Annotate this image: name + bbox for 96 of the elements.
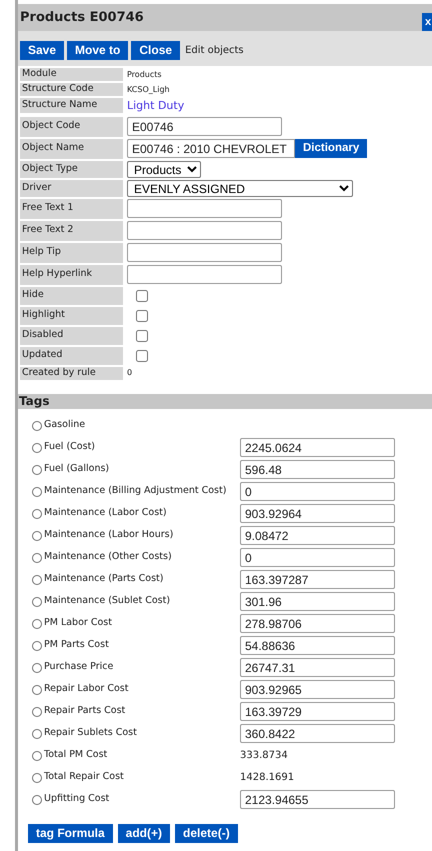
tag-label: Repair Parts Cost (44, 704, 126, 718)
radio-button[interactable] (32, 530, 42, 540)
field-label: Object Name (20, 138, 123, 158)
radio-button[interactable] (32, 640, 42, 650)
text-input[interactable]: E00746 (127, 117, 282, 136)
tag-value-input[interactable]: 903.92965 (240, 680, 395, 699)
window-title: Products E00746 (19, 8, 144, 27)
tag-value: 1428.1691 (240, 771, 294, 785)
radio-button[interactable] (32, 596, 42, 606)
text-input[interactable] (127, 221, 282, 240)
field-value: Products (127, 68, 162, 80)
toolbar-button[interactable]: Close (131, 41, 180, 60)
checkbox[interactable] (136, 350, 148, 362)
field-label: Free Text 1 (20, 198, 123, 218)
structure-name-link[interactable]: Light Duty (127, 98, 184, 114)
tag-label: Maintenance (Labor Cost) (44, 506, 168, 520)
section-header: Tags (18, 394, 432, 408)
tag-value-input[interactable]: 596.48 (240, 460, 395, 479)
field-label: Created by rule (20, 366, 123, 380)
tag-value-input[interactable]: 2123.94655 (240, 790, 395, 809)
field-label: Disabled (20, 326, 123, 344)
dropdown[interactable]: Products (127, 160, 201, 178)
tag-value-input[interactable]: 9.08472 (240, 526, 395, 545)
tag-label: PM Parts Cost (44, 638, 110, 652)
radio-button[interactable] (32, 442, 42, 452)
tag-button[interactable]: add(+) (118, 824, 170, 842)
tag-label: PM Labor Cost (44, 616, 113, 630)
field-label: Object Type (20, 160, 123, 178)
tag-value-input[interactable]: 163.397287 (240, 570, 395, 589)
field-label: Driver (20, 180, 123, 196)
tag-label: Maintenance (Parts Cost) (44, 572, 164, 586)
field-label: Structure Name (20, 98, 123, 113)
radio-button[interactable] (32, 618, 42, 628)
field-label: Free Text 2 (20, 220, 123, 240)
tag-label: Maintenance (Labor Hours) (44, 528, 174, 542)
text-input[interactable] (127, 199, 282, 218)
radio-button[interactable] (32, 772, 42, 782)
radio-button[interactable] (32, 464, 42, 474)
tag-label: Total Repair Cost (44, 770, 125, 784)
radio-button[interactable] (32, 662, 42, 672)
tag-label: Maintenance (Other Costs) (44, 550, 173, 564)
checkbox[interactable] (136, 290, 148, 302)
radio-button[interactable] (32, 574, 42, 584)
tag-value-input[interactable]: 163.39729 (240, 702, 395, 721)
field-label: Updated (20, 346, 123, 364)
radio-button[interactable] (32, 684, 42, 694)
radio-button[interactable] (32, 794, 42, 804)
tag-label: Gasoline (44, 418, 86, 432)
field-label: Highlight (20, 306, 123, 324)
field-label: Help Tip (20, 242, 123, 262)
tag-value-input[interactable]: 278.98706 (240, 614, 395, 633)
toolbar-button[interactable]: Save (20, 41, 64, 60)
radio-button[interactable] (32, 706, 42, 716)
tag-value: 333.8734 (240, 749, 288, 763)
radio-button[interactable] (32, 420, 42, 430)
radio-button[interactable] (32, 728, 42, 738)
field-label: Help Hyperlink (20, 264, 123, 284)
field-value: 0 (127, 367, 132, 379)
tag-value-input[interactable]: 54.88636 (240, 636, 395, 655)
dropdown[interactable]: EVENLY ASSIGNED (127, 180, 353, 196)
field-label: Structure Code (20, 83, 123, 96)
tag-label: Upfitting Cost (44, 792, 110, 806)
text-input[interactable] (127, 265, 282, 284)
text-input[interactable]: E00746 : 2010 CHEVROLET (127, 139, 295, 158)
tag-label: Total PM Cost (44, 748, 108, 762)
checkbox[interactable] (136, 310, 148, 322)
tag-label: Fuel (Gallons) (44, 462, 110, 476)
tag-button[interactable]: delete(-) (175, 824, 238, 842)
tag-value-input[interactable]: 301.96 (240, 592, 395, 611)
toolbar-caption: Edit objects (185, 44, 244, 58)
window-close-button[interactable]: x (422, 12, 432, 30)
tag-value-input[interactable]: 360.8422 (240, 724, 395, 743)
tag-value-input[interactable]: 903.92964 (240, 504, 395, 523)
field-label: Module (20, 68, 123, 81)
tag-label: Maintenance (Billing Adjustment Cost) (44, 484, 228, 498)
tag-label: Repair Sublets Cost (44, 726, 138, 740)
tag-label: Purchase Price (44, 660, 114, 674)
field-label: Hide (20, 286, 123, 304)
radio-button[interactable] (32, 486, 42, 496)
tag-label: Maintenance (Sublet Cost) (44, 594, 172, 608)
tag-label: Fuel (Cost) (44, 440, 96, 454)
radio-button[interactable] (32, 552, 42, 562)
radio-button[interactable] (32, 508, 42, 518)
tag-value-input[interactable]: 0 (240, 482, 395, 501)
tag-label: Repair Labor Cost (44, 682, 130, 696)
toolbar-button[interactable]: Move to (67, 41, 128, 60)
checkbox[interactable] (136, 330, 148, 342)
radio-button[interactable] (32, 750, 42, 760)
text-input[interactable] (127, 243, 282, 262)
tag-value-input[interactable]: 2245.0624 (240, 438, 395, 457)
field-label: Object Code (20, 116, 123, 136)
tag-button[interactable]: tag Formula (28, 824, 113, 842)
dictionary-button[interactable]: Dictionary (295, 139, 368, 158)
tag-value-input[interactable]: 0 (240, 548, 395, 567)
tag-value-input[interactable]: 26747.31 (240, 658, 395, 677)
field-value: KCSO_Ligh (127, 84, 170, 96)
